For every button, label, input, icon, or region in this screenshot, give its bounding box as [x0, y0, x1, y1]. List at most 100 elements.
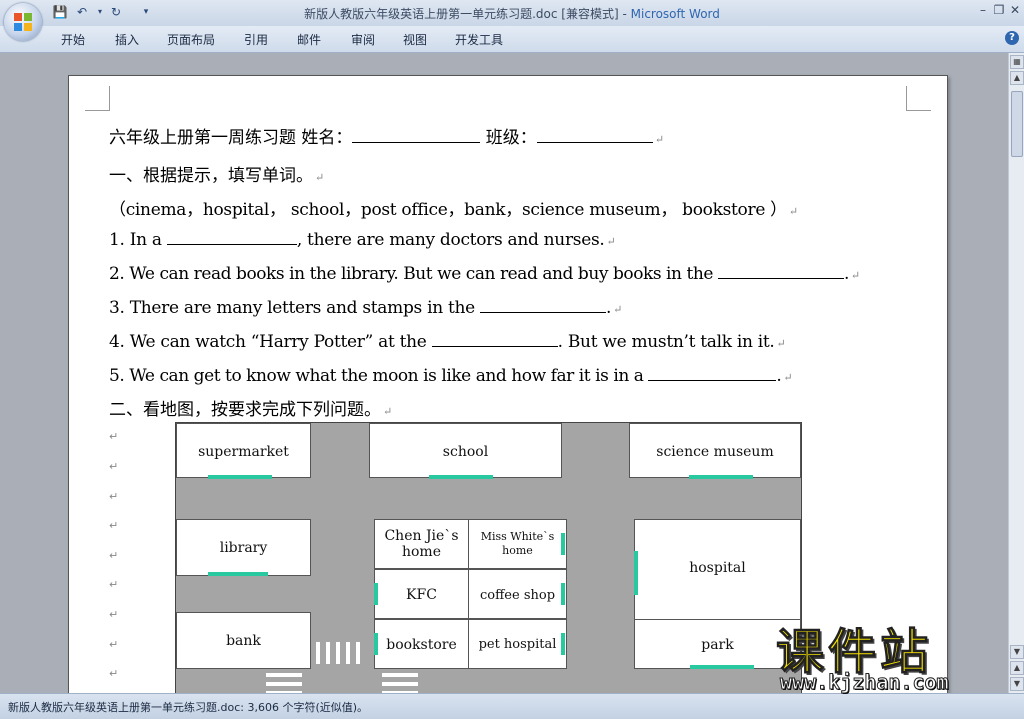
supermarket-label: supermarket — [198, 444, 289, 460]
question-2: 2. We can read books in the library. But… — [109, 263, 860, 284]
window-title: 新版人教版六年级英语上册第一单元练习题.doc [兼容模式] - Microso… — [0, 5, 1024, 22]
empty-paragraph-mark: ↵ — [109, 578, 119, 591]
scroll-down-icon[interactable]: ▼ — [1010, 645, 1024, 659]
q2-start: 2. We can read books in the library. But… — [109, 264, 718, 284]
paragraph-mark: ↵ — [315, 171, 325, 184]
miss-white-home-door — [561, 533, 565, 555]
header-line: 六年级上册第一周练习题 姓名： 班级： ↵ — [109, 123, 664, 148]
tab-developer[interactable]: 开发工具 — [455, 31, 503, 48]
ribbon-tab-bar: 开始 插入 页面布局 引用 邮件 审阅 视图 开发工具 ? — [0, 26, 1024, 53]
empty-paragraph-mark: ↵ — [109, 667, 119, 680]
bookstore-label: bookstore — [386, 637, 457, 653]
vertical-scrollbar[interactable]: ▦ ▲ ▼ ▲ ▼ — [1008, 53, 1024, 693]
empty-paragraph-mark: ↵ — [109, 430, 119, 443]
q5-end: . — [776, 366, 782, 386]
document-title: 新版人教版六年级英语上册第一单元练习题.doc [兼容模式] — [304, 7, 619, 21]
pet-hospital-door — [561, 633, 565, 655]
kfc-label: KFC — [406, 587, 437, 603]
bookstore-door — [374, 633, 378, 655]
building-kfc: KFC — [374, 569, 469, 619]
tab-review[interactable]: 审阅 — [351, 31, 375, 48]
supermarket-door — [208, 475, 272, 479]
tab-view[interactable]: 视图 — [403, 31, 427, 48]
q2-blank — [717, 263, 844, 279]
office-button[interactable] — [4, 3, 42, 41]
building-library: library — [176, 519, 311, 576]
crosswalk-stripe — [346, 642, 350, 664]
scroll-up-icon[interactable]: ▲ — [1010, 71, 1024, 85]
q5-start: 5. We can get to know what the moon is l… — [109, 366, 649, 386]
word-hints: （cinema，hospital， school，post office，ban… — [109, 195, 798, 220]
name-blank — [352, 127, 481, 143]
q1-start: 1. In a — [109, 230, 167, 250]
empty-paragraph-mark: ↵ — [109, 490, 119, 503]
street-map[interactable]: supermarket school science museum librar… — [175, 422, 802, 693]
next-page-icon[interactable]: ▼ — [1010, 677, 1024, 691]
q5-blank — [648, 365, 777, 381]
crosswalk-stripe — [336, 642, 340, 664]
question-5: 5. We can get to know what the moon is l… — [109, 365, 793, 386]
paragraph-mark: ↵ — [783, 371, 793, 384]
science-museum-door — [689, 475, 753, 479]
section2-text: 二、看地图，按要求完成下列问题。 — [109, 400, 381, 420]
status-bar: 新版人教版六年级英语上册第一单元练习题.doc: 3,606 个字符(近似值)。 — [0, 693, 1024, 719]
tab-references[interactable]: 引用 — [244, 31, 268, 48]
crosswalk-stripe — [382, 673, 418, 677]
section1-text: 一、根据提示，填写单词。 — [109, 166, 313, 186]
empty-paragraph-mark: ↵ — [109, 519, 119, 532]
school-label: school — [442, 444, 489, 460]
tab-insert[interactable]: 插入 — [115, 31, 139, 48]
document-workspace: 六年级上册第一周练习题 姓名： 班级： ↵ 一、根据提示，填写单词。 ↵ （cine… — [0, 53, 1008, 693]
previous-page-icon[interactable]: ▲ — [1010, 661, 1024, 675]
q4-blank — [431, 331, 558, 347]
coffee-shop-door — [561, 583, 565, 605]
tab-mailings[interactable]: 邮件 — [297, 31, 321, 48]
section2-heading: 二、看地图，按要求完成下列问题。 ↵ — [109, 395, 392, 420]
app-name: Microsoft Word — [630, 7, 720, 21]
library-door — [208, 572, 268, 576]
question-3: 3. There are many letters and stamps in … — [109, 297, 622, 318]
title-separator: - — [618, 7, 631, 21]
tab-page-layout[interactable]: 页面布局 — [167, 31, 215, 48]
building-chen-jie-home: Chen Jie`s home — [374, 519, 469, 569]
library-label: library — [219, 540, 268, 556]
empty-paragraph-mark: ↵ — [109, 608, 119, 621]
building-pet-hospital: pet hospital — [468, 619, 567, 669]
q2-end: . — [843, 264, 849, 284]
paragraph-mark: ↵ — [606, 235, 616, 248]
q4-start: 4. We can watch “Harry Potter” at the — [109, 332, 432, 352]
crosswalk-stripe — [326, 642, 330, 664]
hospital-door — [634, 551, 638, 595]
scroll-thumb[interactable] — [1011, 91, 1023, 157]
margin-corner-right — [906, 86, 931, 111]
miss-white-home-label: Miss White`s home — [480, 530, 555, 557]
crosswalk-stripe — [266, 673, 302, 677]
title-bar: 💾 ↶ ▾ ↻ ▾ 新版人教版六年级英语上册第一单元练习题.doc [兼容模式]… — [0, 0, 1024, 27]
document-page[interactable]: 六年级上册第一周练习题 姓名： 班级： ↵ 一、根据提示，填写单词。 ↵ （cine… — [68, 75, 948, 693]
park-door — [690, 665, 754, 669]
class-blank — [536, 127, 653, 143]
section1-heading: 一、根据提示，填写单词。 ↵ — [109, 161, 324, 186]
office-logo-icon — [14, 13, 32, 31]
crosswalk-stripe — [356, 642, 360, 664]
paragraph-mark: ↵ — [776, 337, 786, 350]
tab-home[interactable]: 开始 — [61, 31, 85, 48]
question-4: 4. We can watch “Harry Potter” at the . … — [109, 331, 786, 352]
q3-end: . — [606, 298, 612, 318]
building-science-museum: science museum — [629, 423, 801, 478]
q1-end: , there are many doctors and nurses. — [296, 230, 605, 250]
q1-blank — [166, 229, 297, 245]
empty-paragraph-mark: ↵ — [109, 549, 119, 562]
paragraph-mark: ↵ — [654, 133, 665, 146]
help-icon[interactable]: ? — [1005, 31, 1019, 45]
word-hints-text: （cinema，hospital， school，post office，ban… — [109, 200, 787, 220]
close-icon[interactable]: ✕ — [1006, 3, 1024, 17]
empty-paragraph-mark: ↵ — [109, 638, 119, 651]
ruler-toggle-icon[interactable]: ▦ — [1010, 55, 1024, 69]
q3-blank — [480, 297, 607, 313]
class-label: 班级： — [480, 128, 537, 148]
bank-label: bank — [226, 633, 261, 649]
chen-jie-home-label: Chen Jie`s home — [384, 528, 459, 560]
status-text: 新版人教版六年级英语上册第一单元练习题.doc: 3,606 个字符(近似值)。 — [8, 701, 369, 714]
q3-start: 3. There are many letters and stamps in … — [109, 298, 481, 318]
